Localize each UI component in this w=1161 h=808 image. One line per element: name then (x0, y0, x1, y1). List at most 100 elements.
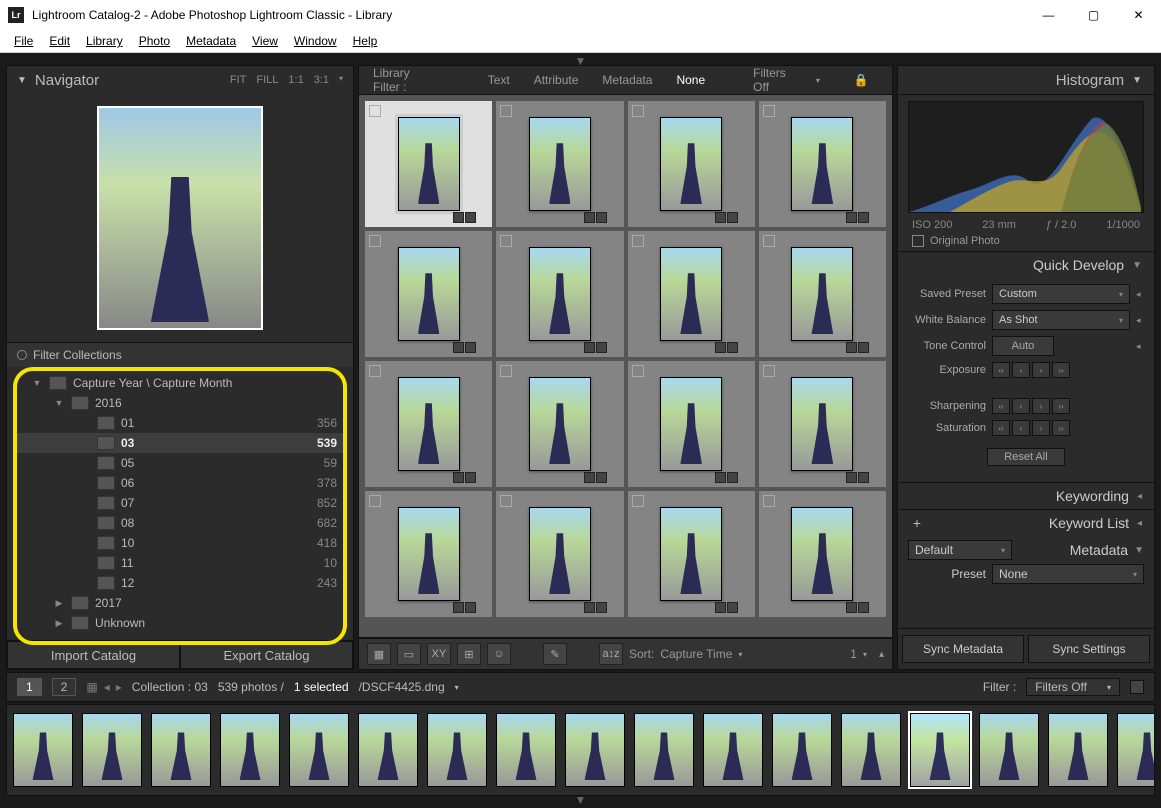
filter-text[interactable]: Text (488, 73, 510, 87)
tree-month-row[interactable]: 07852 (17, 493, 343, 513)
wb-select[interactable]: As Shot▾ (992, 310, 1130, 330)
badge-icon[interactable] (584, 342, 595, 353)
exposure-stepper[interactable]: ‹‹‹››› (992, 362, 1070, 378)
tree-disclosure-icon[interactable]: ▼ (53, 398, 65, 408)
thumbnail[interactable] (398, 247, 460, 341)
tree-month-row[interactable]: 06378 (17, 473, 343, 493)
badge-icon[interactable] (465, 602, 476, 613)
keywording-header[interactable]: Keywording◂ (898, 482, 1154, 509)
painter-icon[interactable]: ✎ (543, 643, 567, 665)
thumbnail[interactable] (398, 117, 460, 211)
badge-icon[interactable] (715, 602, 726, 613)
compare-view-icon[interactable]: XY (427, 643, 451, 665)
filmstrip-thumbnail[interactable] (703, 713, 763, 787)
filmstrip-cell[interactable] (563, 712, 627, 788)
tree-month-row[interactable]: 0559 (17, 453, 343, 473)
filters-status[interactable]: Filters Off (753, 66, 786, 94)
thumbnail[interactable] (398, 507, 460, 601)
badge-icon[interactable] (453, 602, 464, 613)
navigator-header[interactable]: ▼ Navigator FIT FILL 1:1 3:1 ▾ (7, 66, 353, 94)
badge-icon[interactable] (727, 472, 738, 483)
export-catalog-button[interactable]: Export Catalog (180, 641, 353, 669)
badge-icon[interactable] (846, 342, 857, 353)
badge-icon[interactable] (596, 602, 607, 613)
add-keyword-icon[interactable]: + (910, 515, 924, 531)
toolbar-disclosure-icon[interactable]: ▴ (879, 649, 884, 660)
badge-icon[interactable] (846, 472, 857, 483)
filmstrip-thumbnail[interactable] (427, 713, 487, 787)
badge-icon[interactable] (596, 472, 607, 483)
thumbnail[interactable] (529, 247, 591, 341)
menu-library[interactable]: Library (78, 32, 131, 50)
sync-settings-button[interactable]: Sync Settings (1028, 635, 1150, 663)
filmstrip-cell[interactable] (908, 712, 972, 788)
badge-icon[interactable] (858, 602, 869, 613)
flag-icon[interactable] (369, 365, 381, 377)
quick-develop-header[interactable]: Quick Develop▼ (898, 251, 1154, 278)
filmstrip-cell[interactable] (839, 712, 903, 788)
next-photo-icon[interactable]: ▸ (116, 680, 122, 694)
badge-icon[interactable] (715, 472, 726, 483)
grid-cell[interactable] (628, 491, 755, 617)
filmstrip-cell[interactable] (11, 712, 75, 788)
navigator-preview[interactable] (97, 106, 263, 330)
status-menu-icon[interactable]: ▾ (455, 683, 459, 692)
flag-icon[interactable] (763, 105, 775, 117)
import-catalog-button[interactable]: Import Catalog (7, 641, 180, 669)
filmstrip-cell[interactable] (701, 712, 765, 788)
grid-cell[interactable] (628, 231, 755, 357)
filmstrip-thumbnail[interactable] (565, 713, 625, 787)
secondary-display[interactable]: 2 (52, 678, 77, 696)
thumbnail[interactable] (529, 377, 591, 471)
flag-icon[interactable] (500, 495, 512, 507)
badge-icon[interactable] (846, 212, 857, 223)
menu-view[interactable]: View (244, 32, 286, 50)
filmstrip-thumbnail[interactable] (220, 713, 280, 787)
grid-cell[interactable] (496, 361, 623, 487)
badge-icon[interactable] (596, 342, 607, 353)
thumbnail[interactable] (791, 377, 853, 471)
grid-cell[interactable] (759, 361, 886, 487)
nav-fit[interactable]: FIT (230, 74, 247, 86)
flag-icon[interactable] (763, 365, 775, 377)
bottom-panel-toggle[interactable]: ▼ (6, 796, 1155, 804)
badge-icon[interactable] (465, 342, 476, 353)
survey-view-icon[interactable]: ⊞ (457, 643, 481, 665)
thumbnail[interactable] (791, 507, 853, 601)
badge-icon[interactable] (858, 212, 869, 223)
thumbnail[interactable] (660, 117, 722, 211)
grid-cell[interactable] (759, 491, 886, 617)
close-button[interactable]: ✕ (1116, 0, 1161, 30)
thumbnail[interactable] (791, 117, 853, 211)
tree-month-row[interactable]: 01356 (17, 413, 343, 433)
tree-month-row[interactable]: 10418 (17, 533, 343, 553)
thumbnail[interactable] (529, 117, 591, 211)
grid-cell[interactable] (496, 491, 623, 617)
badge-icon[interactable] (453, 342, 464, 353)
grid-cell[interactable] (365, 491, 492, 617)
thumbnail[interactable] (660, 377, 722, 471)
menu-help[interactable]: Help (345, 32, 386, 50)
grid-cell[interactable] (365, 101, 492, 227)
filmstrip-cell[interactable] (356, 712, 420, 788)
flag-icon[interactable] (763, 235, 775, 247)
tree-year-label[interactable]: 2016 (95, 396, 343, 410)
badge-icon[interactable] (715, 342, 726, 353)
filmstrip-thumbnail[interactable] (634, 713, 694, 787)
filmstrip-thumbnail[interactable] (151, 713, 211, 787)
nav-1-1[interactable]: 1:1 (288, 74, 303, 86)
flag-icon[interactable] (632, 235, 644, 247)
menu-file[interactable]: File (6, 32, 41, 50)
menu-metadata[interactable]: Metadata (178, 32, 244, 50)
flag-icon[interactable] (500, 105, 512, 117)
grid-cell[interactable] (759, 231, 886, 357)
flag-icon[interactable] (500, 235, 512, 247)
maximize-button[interactable]: ▢ (1071, 0, 1116, 30)
thumbnail[interactable] (529, 507, 591, 601)
grid-cell[interactable] (628, 101, 755, 227)
wb-toggle-icon[interactable]: ◂ (1136, 315, 1144, 326)
filmstrip-cell[interactable] (287, 712, 351, 788)
thumbnail[interactable] (660, 247, 722, 341)
histogram-header[interactable]: Histogram▼ (898, 66, 1154, 95)
badge-icon[interactable] (584, 472, 595, 483)
